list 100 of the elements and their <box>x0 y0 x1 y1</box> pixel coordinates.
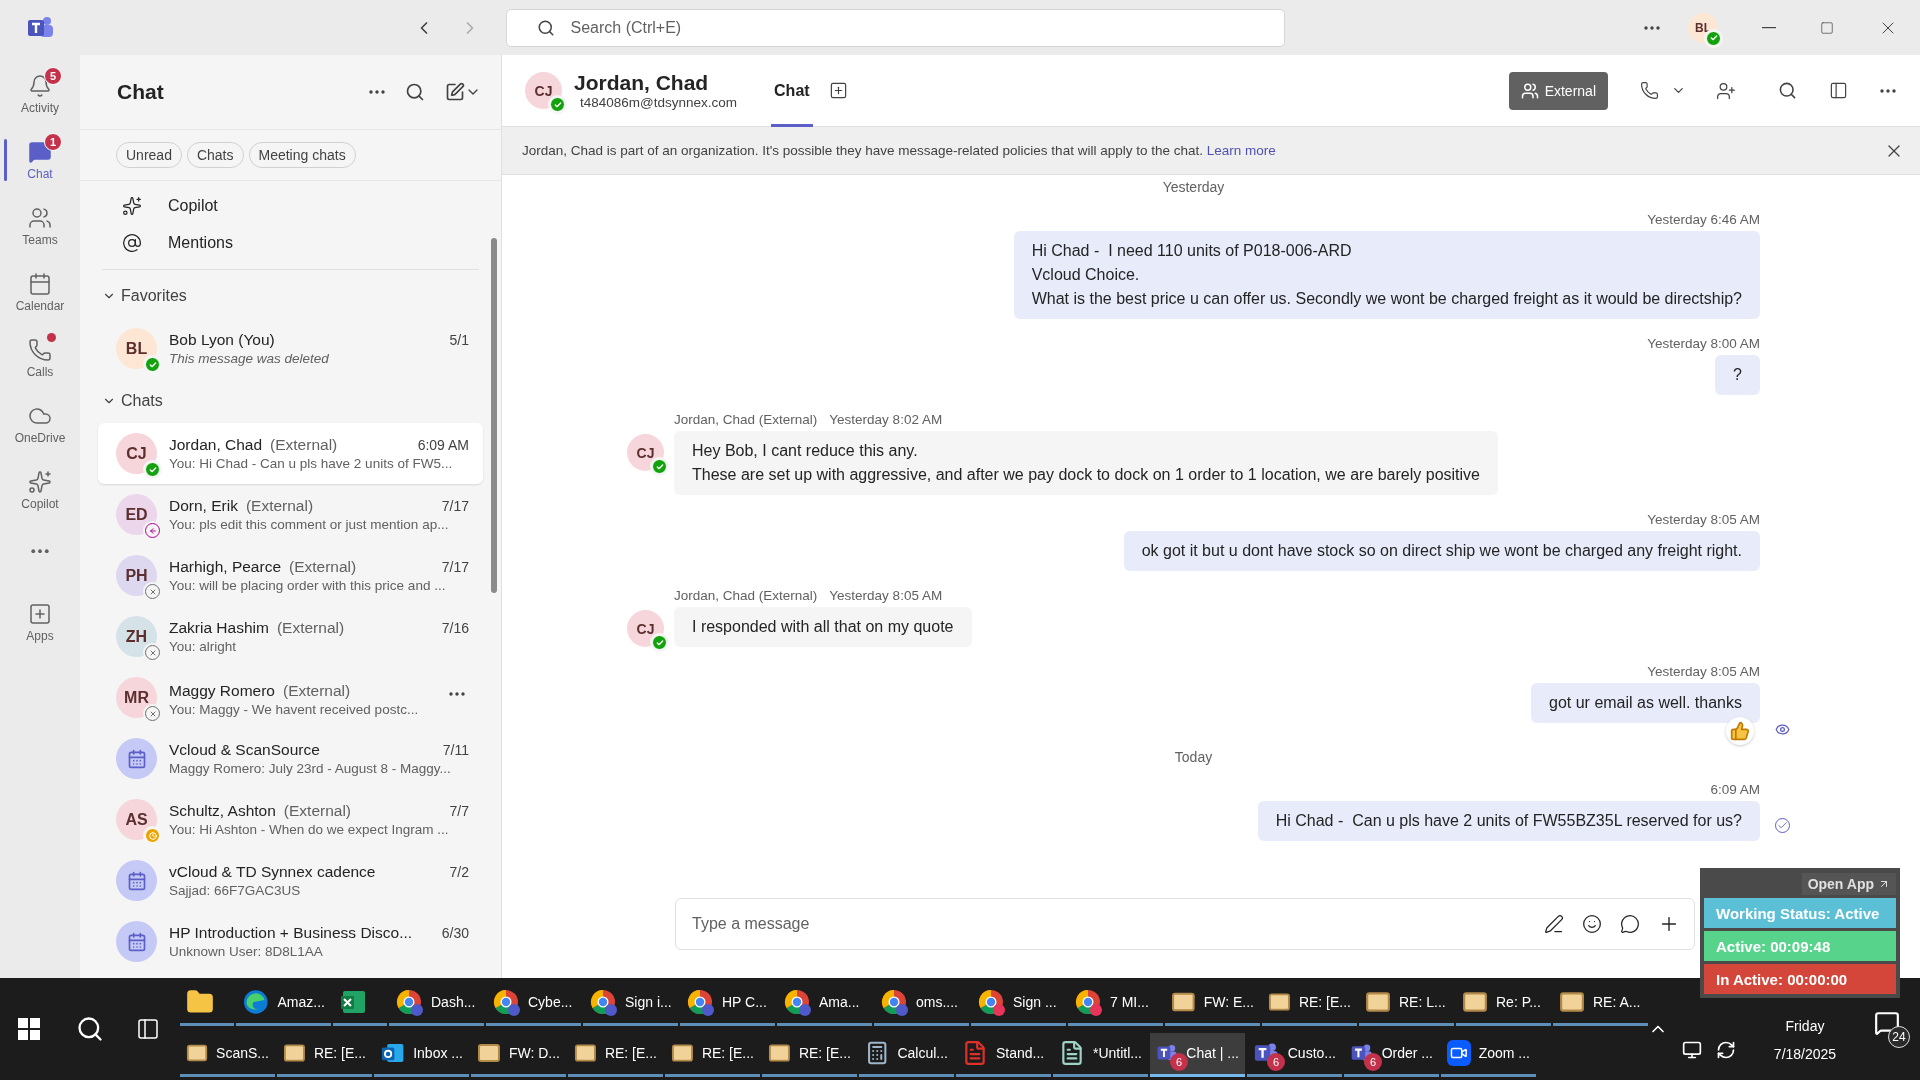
taskbar-button[interactable]: Calcul... <box>859 1032 954 1077</box>
search-icon[interactable] <box>76 1015 104 1043</box>
clock[interactable]: Friday 7/18/2025 <box>1750 1017 1860 1063</box>
network-icon[interactable] <box>1682 1040 1702 1060</box>
calendar-icon <box>28 271 52 296</box>
chat-list-item[interactable]: Vcloud & ScanSource 7/11 Maggy Romero: July 23rd - August 8 - Maggy... <box>98 728 483 789</box>
taskbar-button[interactable]: RE: [E... <box>277 1032 372 1077</box>
message-time: Yesterday 8:05 AM <box>1647 664 1760 679</box>
shortcut-item[interactable]: Copilot <box>98 187 483 224</box>
chat-time: 6/30 <box>441 925 469 941</box>
message-time: Yesterday 6:46 AM <box>1647 212 1760 227</box>
sender-name: Jordan, Chad (External) <box>674 412 818 427</box>
taskbar-button[interactable]: RE: [E... <box>762 1032 857 1077</box>
nav-item[interactable]: Teams <box>0 193 80 259</box>
taskbar-button[interactable]: FW: D... <box>471 1032 566 1077</box>
learn-more-link[interactable]: Learn more <box>1206 143 1276 158</box>
taskbar-button[interactable]: Cybe... <box>486 981 581 1026</box>
date-divider: Today <box>1173 749 1214 765</box>
sender-name: Jordan, Chad (External) <box>674 588 818 603</box>
taskbar-button[interactable]: Inbox ... <box>374 1032 469 1077</box>
chat-list-item[interactable]: MR Maggy Romero (External) You: Maggy - We havent received postc... <box>98 667 483 728</box>
notepad-icon <box>1059 1040 1085 1066</box>
taskbar-button[interactable]: 6 Chat | ... <box>1150 1032 1245 1077</box>
taskbar-button[interactable]: ScanS... <box>180 1032 275 1077</box>
taskbar-button[interactable]: 6 Custo... <box>1247 1032 1342 1077</box>
taskbar-button[interactable]: HP C... <box>680 981 775 1026</box>
taskbar-button[interactable]: Zoom ... <box>1441 1032 1536 1077</box>
filter-chip[interactable]: Unread <box>116 142 182 168</box>
taskbar-button[interactable]: RE: [E... <box>665 1032 760 1077</box>
taskbar-button[interactable]: RE: [E... <box>568 1032 663 1077</box>
taskbar-button[interactable]: RE: A... <box>1553 981 1648 1026</box>
chat-list-item[interactable]: ZH Zakria Hashim (External) 7/16 You: alright <box>98 606 483 667</box>
nav-item[interactable]: Calendar <box>0 259 80 325</box>
search-input[interactable]: Search (Ctrl+E) <box>568 17 1270 38</box>
loop-icon[interactable] <box>1620 914 1640 934</box>
browser-icon <box>492 988 520 1016</box>
taskbar-button[interactable]: Sign ... <box>971 981 1066 1026</box>
scrollbar[interactable] <box>491 238 497 593</box>
chat-list-item[interactable]: AS Schultz, Ashton (External) 7/7 You: Hi Ashton - When do we expect Ingram ... <box>98 789 483 850</box>
browser-icon <box>880 988 908 1016</box>
more-icon <box>369 90 385 94</box>
avatar-initials: CJ <box>636 620 655 637</box>
folder-icon <box>186 988 214 1016</box>
notifications-button[interactable]: 24 <box>1874 1010 1910 1048</box>
taskbar-button[interactable]: oms.... <box>874 981 969 1026</box>
sync-icon[interactable] <box>1716 1040 1736 1060</box>
nav-item[interactable]: Copilot <box>0 457 80 523</box>
taskbar-button[interactable]: Amaz... <box>236 981 331 1026</box>
avatar-initials: ED <box>125 505 148 524</box>
taskbar-button[interactable]: Dash... <box>389 981 484 1026</box>
nav-item[interactable]: OneDrive <box>0 391 80 457</box>
add-icon <box>28 601 52 626</box>
search-icon <box>1778 81 1797 100</box>
nav-item[interactable]: 5 Activity <box>0 61 80 127</box>
chat-list-item[interactable]: vCloud & TD Synnex cadence 7/2 Sajjad: 66F7GAC3US <box>98 850 483 911</box>
taskbar-button[interactable]: *Untitl... <box>1053 1032 1148 1077</box>
external-tag: (External) <box>270 436 338 454</box>
taskbar-button[interactable]: Ama... <box>777 981 872 1026</box>
section-header[interactable]: Chats <box>98 379 483 423</box>
nav-item[interactable]: Apps <box>0 589 80 655</box>
filter-chip[interactable]: Meeting chats <box>248 142 356 168</box>
chat-list-item[interactable]: CJ Jordan, Chad (External) 6:09 AM You: Hi Chad - Can u pls have 2 units of FW5... <box>98 423 483 484</box>
message-time: Yesterday 8:05 AM <box>1647 512 1760 527</box>
people-icon <box>1520 81 1539 100</box>
compose-icon <box>445 82 465 102</box>
start-icon[interactable] <box>18 1018 40 1040</box>
sparkle-icon <box>122 195 142 216</box>
taskbar-button[interactable]: FW: E... <box>1165 981 1260 1026</box>
chat-preview: Maggy Romero: July 23rd - August 8 - Maggy... <box>169 761 452 776</box>
phone-icon <box>28 337 52 362</box>
browser-icon <box>783 988 811 1016</box>
section-header[interactable]: Favorites <box>98 274 483 318</box>
taskbar-button[interactable]: Stand... <box>956 1032 1051 1077</box>
chat-name: Bob Lyon (You) <box>169 331 275 349</box>
taskbar-button[interactable]: 6 Order ... <box>1344 1032 1439 1077</box>
taskbar-button[interactable]: 7 MI... <box>1068 981 1163 1026</box>
chat-list-item[interactable]: HP Introduction + Business Disco... 6/30 Unknown User: 8D8L1AA <box>98 911 483 972</box>
task-view-icon[interactable] <box>136 1017 160 1041</box>
format-icon[interactable] <box>1544 914 1564 934</box>
taskbar-button[interactable]: RE: [E... <box>1262 981 1357 1026</box>
taskbar-button[interactable]: Sign i... <box>583 981 678 1026</box>
taskbar-button[interactable]: Re: P... <box>1456 981 1551 1026</box>
chat-list-item[interactable]: PH Harhigh, Pearce (External) 7/17 You: will be placing order with this price and ... <box>98 545 483 606</box>
nav-item[interactable]: 1 Chat <box>0 127 80 193</box>
external-button[interactable]: External <box>1508 71 1608 110</box>
date-divider: Yesterday <box>1161 179 1226 195</box>
shortcut-item[interactable]: Mentions <box>98 224 483 261</box>
chat-list-item[interactable]: BL Bob Lyon (You) 5/1 This message was deleted <box>98 318 483 379</box>
emoji-icon[interactable] <box>1582 914 1602 934</box>
filter-chip[interactable]: Chats <box>186 142 244 168</box>
open-app-button[interactable]: Open App <box>1801 873 1896 895</box>
search-bar[interactable]: Search (Ctrl+E) <box>505 8 1285 47</box>
browser-icon <box>1074 988 1102 1016</box>
chat-list-item[interactable]: ED Dorn, Erik (External) 7/17 You: pls edit this comment or just mention ap... <box>98 484 483 545</box>
info-banner-text: Jordan, Chad is part of an organization. It's possible they have message-related policies that will apply to the chat. Learn more <box>522 143 1277 158</box>
taskbar-button[interactable]: RE: L... <box>1359 981 1454 1026</box>
nav-item[interactable]: Calls <box>0 325 80 391</box>
composer-box[interactable]: Type a message <box>675 898 1695 950</box>
chat-preview: This message was deleted <box>169 351 330 366</box>
people-icon <box>28 205 52 230</box>
